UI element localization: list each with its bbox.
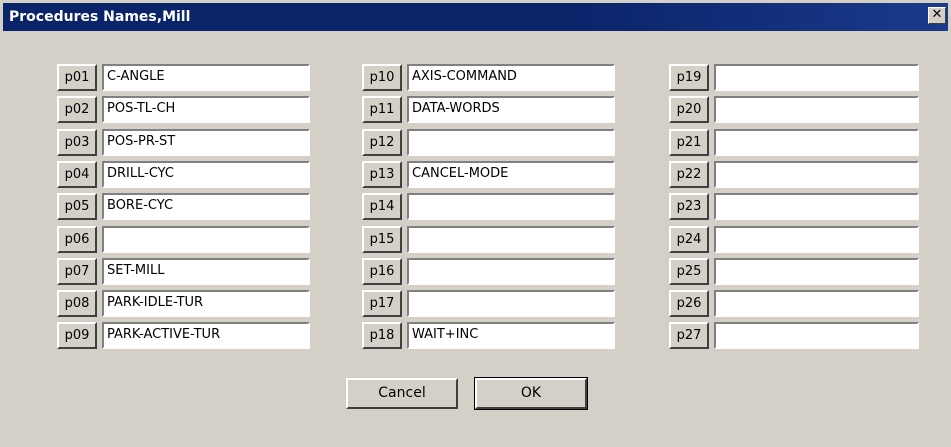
procedures-names-dialog: Procedures Names,Mill ✕ Cancel OK p01 C-A… (0, 0, 951, 447)
procedure-button-p26[interactable]: p26 (669, 290, 709, 317)
procedure-row: p04 DRILL-CYC (57, 161, 317, 188)
procedure-button-p04[interactable]: p04 (57, 161, 97, 188)
procedure-button-p19[interactable]: p19 (669, 64, 709, 91)
procedure-button-p01[interactable]: p01 (57, 64, 97, 91)
procedure-name-field-p09[interactable]: PARK-ACTIVE-TUR (102, 322, 310, 349)
procedure-button-p06[interactable]: p06 (57, 226, 97, 253)
procedure-name-field-p12[interactable] (407, 129, 615, 156)
procedure-button-p24[interactable]: p24 (669, 226, 709, 253)
procedure-row: p23 (669, 193, 929, 220)
procedure-name-field-p14[interactable] (407, 193, 615, 220)
procedure-name-field-p21[interactable] (714, 129, 919, 156)
dialog-body: Cancel OK p01 C-ANGLE p02 POS-TL-CH p03 POS-P… (3, 31, 948, 444)
procedure-row: p20 (669, 96, 929, 123)
procedure-name-field-p02[interactable]: POS-TL-CH (102, 96, 310, 123)
procedure-row: p13 CANCEL-MODE (362, 161, 622, 188)
procedure-button-p17[interactable]: p17 (362, 290, 402, 317)
procedure-row: p09 PARK-ACTIVE-TUR (57, 322, 317, 349)
procedure-name-field-p04[interactable]: DRILL-CYC (102, 161, 310, 188)
procedure-row: p16 (362, 258, 622, 285)
procedure-button-p22[interactable]: p22 (669, 161, 709, 188)
procedure-button-p21[interactable]: p21 (669, 129, 709, 156)
procedure-row: p06 (57, 226, 317, 253)
procedure-button-p25[interactable]: p25 (669, 258, 709, 285)
procedure-name-field-p16[interactable] (407, 258, 615, 285)
procedure-row: p14 (362, 193, 622, 220)
procedure-button-p08[interactable]: p08 (57, 290, 97, 317)
procedure-name-field-p03[interactable]: POS-PR-ST (102, 129, 310, 156)
procedure-row: p05 BORE-CYC (57, 193, 317, 220)
procedure-button-p15[interactable]: p15 (362, 226, 402, 253)
procedure-row: p12 (362, 129, 622, 156)
procedure-row: p21 (669, 129, 929, 156)
procedure-row: p08 PARK-IDLE-TUR (57, 290, 317, 317)
procedure-button-p05[interactable]: p05 (57, 193, 97, 220)
procedure-row: p10 AXIS-COMMAND (362, 64, 622, 91)
procedure-name-field-p18[interactable]: WAIT+INC (407, 322, 615, 349)
procedure-button-p20[interactable]: p20 (669, 96, 709, 123)
procedure-name-field-p20[interactable] (714, 96, 919, 123)
close-icon[interactable]: ✕ (928, 7, 946, 24)
procedure-button-p13[interactable]: p13 (362, 161, 402, 188)
procedure-name-field-p06[interactable] (102, 226, 310, 253)
window-title: Procedures Names,Mill (9, 9, 191, 25)
procedure-name-field-p23[interactable] (714, 193, 919, 220)
procedure-row: p24 (669, 226, 929, 253)
procedure-button-p02[interactable]: p02 (57, 96, 97, 123)
procedure-button-p11[interactable]: p11 (362, 96, 402, 123)
procedure-name-field-p15[interactable] (407, 226, 615, 253)
procedure-name-field-p07[interactable]: SET-MILL (102, 258, 310, 285)
procedure-button-p18[interactable]: p18 (362, 322, 402, 349)
procedure-name-field-p11[interactable]: DATA-WORDS (407, 96, 615, 123)
procedure-name-field-p24[interactable] (714, 226, 919, 253)
procedure-row: p22 (669, 161, 929, 188)
procedure-button-p27[interactable]: p27 (669, 322, 709, 349)
procedure-name-field-p10[interactable]: AXIS-COMMAND (407, 64, 615, 91)
ok-button[interactable]: OK (474, 377, 588, 410)
procedure-row: p26 (669, 290, 929, 317)
procedure-name-field-p08[interactable]: PARK-IDLE-TUR (102, 290, 310, 317)
title-bar[interactable]: Procedures Names,Mill ✕ (3, 3, 948, 31)
procedure-row: p25 (669, 258, 929, 285)
procedure-name-field-p01[interactable]: C-ANGLE (102, 64, 310, 91)
procedure-name-field-p27[interactable] (714, 322, 919, 349)
procedure-name-field-p17[interactable] (407, 290, 615, 317)
procedure-button-p03[interactable]: p03 (57, 129, 97, 156)
procedure-name-field-p05[interactable]: BORE-CYC (102, 193, 310, 220)
procedure-row: p11 DATA-WORDS (362, 96, 622, 123)
procedure-row: p18 WAIT+INC (362, 322, 622, 349)
cancel-button[interactable]: Cancel (346, 378, 458, 409)
procedure-row: p02 POS-TL-CH (57, 96, 317, 123)
procedure-row: p27 (669, 322, 929, 349)
procedure-name-field-p26[interactable] (714, 290, 919, 317)
procedure-name-field-p13[interactable]: CANCEL-MODE (407, 161, 615, 188)
procedure-row: p03 POS-PR-ST (57, 129, 317, 156)
procedure-button-p16[interactable]: p16 (362, 258, 402, 285)
procedure-name-field-p19[interactable] (714, 64, 919, 91)
procedure-button-p10[interactable]: p10 (362, 64, 402, 91)
procedure-row: p01 C-ANGLE (57, 64, 317, 91)
procedure-row: p07 SET-MILL (57, 258, 317, 285)
procedure-button-p12[interactable]: p12 (362, 129, 402, 156)
procedure-row: p17 (362, 290, 622, 317)
procedure-row: p19 (669, 64, 929, 91)
procedure-name-field-p22[interactable] (714, 161, 919, 188)
procedure-button-p23[interactable]: p23 (669, 193, 709, 220)
procedure-button-p07[interactable]: p07 (57, 258, 97, 285)
procedure-row: p15 (362, 226, 622, 253)
procedure-name-field-p25[interactable] (714, 258, 919, 285)
procedure-button-p09[interactable]: p09 (57, 322, 97, 349)
procedure-button-p14[interactable]: p14 (362, 193, 402, 220)
